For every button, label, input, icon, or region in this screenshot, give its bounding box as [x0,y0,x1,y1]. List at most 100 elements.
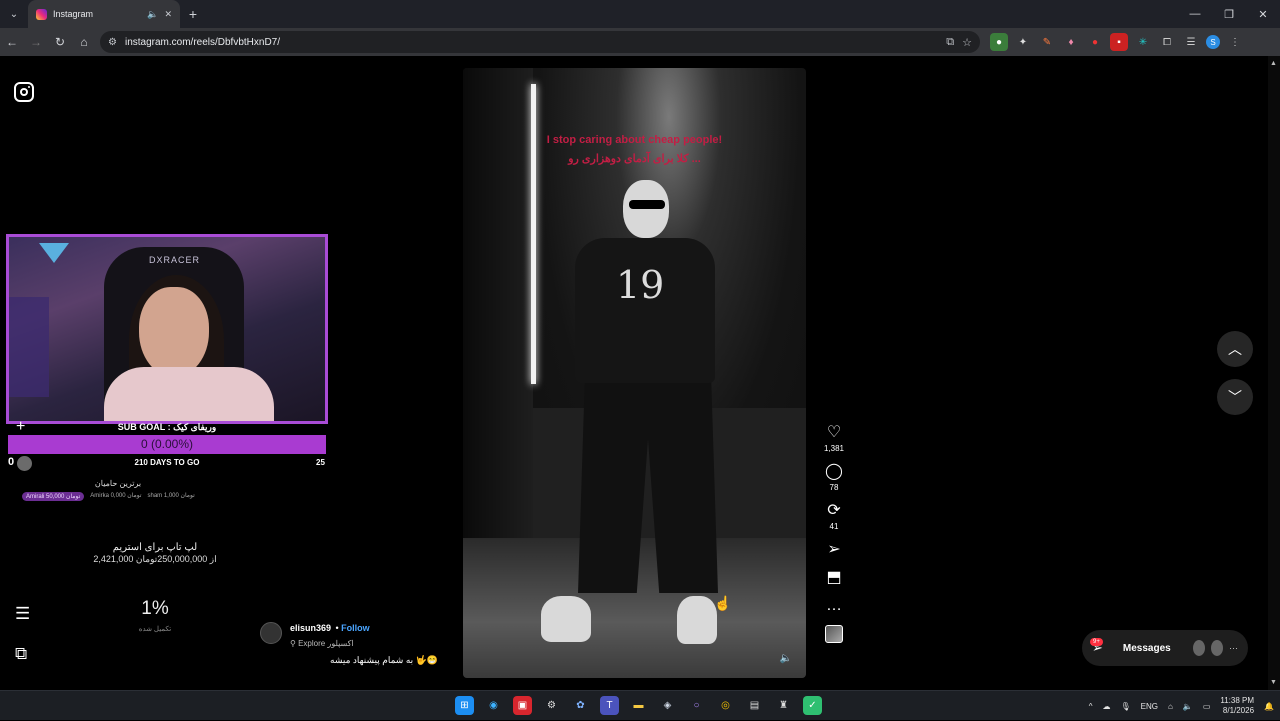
teams-icon[interactable]: T [600,696,619,715]
location-pin-icon: ⚲ [290,639,299,648]
site-info-icon[interactable]: ⚙ [108,37,117,48]
edge-icon[interactable]: ◉ [484,696,503,715]
address-bar[interactable]: ⚙ instagram.com/reels/DbfvbtHxnD7/ ⧉ ☆ [100,31,980,53]
sub-goal-progress: 0 (0.00%) [8,435,326,454]
like-button[interactable]: ♡ 1,381 [818,424,850,453]
menu-kebab-icon[interactable]: ⋮ [1226,33,1244,51]
app-settings-icon[interactable]: ⚙ [542,696,561,715]
audio-thumbnail[interactable] [825,625,843,643]
system-tray: ^ ☁ 🎙 ENG ⌂ 🔈 ▭ 11:38 PM 8/1/2026 🔔 [1089,691,1274,721]
save-button[interactable]: ⬒ [818,569,850,587]
network-icon[interactable]: ⌂ [1168,702,1173,711]
tab-audio-icon[interactable]: 🔈 [147,9,158,20]
reel-video[interactable]: 19 I stop caring about cheap people! کلا… [463,68,806,678]
webcam-overlay: DXRACER [6,234,328,424]
donor-item: sham 1,000 تومان [147,493,195,499]
sub-goal-target: 25 [316,458,325,467]
extension-5-icon[interactable]: ● [1086,33,1104,51]
start-button-icon[interactable]: ⊞ [455,696,474,715]
video-caption-english: I stop caring about cheap people! [546,134,723,146]
mute-toggle-icon[interactable]: 🔈 [780,653,792,664]
scroll-up-icon[interactable]: ▲ [1270,60,1277,67]
notifications-icon[interactable]: 🔔 [1264,702,1274,711]
instagram-favicon-icon [36,8,47,20]
bookmark-icon: ⬒ [826,569,842,586]
app-bag-icon[interactable]: ♜ [774,696,793,715]
mic-icon[interactable]: 🎙 [1121,702,1131,711]
tab-instagram[interactable]: Instagram 🔈 ✕ [28,0,180,28]
tab-close-icon[interactable]: ✕ [164,9,172,20]
messages-button[interactable]: ➢ 9+ Messages ··· [1082,630,1248,666]
tray-chevron-icon[interactable]: ^ [1089,702,1093,711]
author-avatar[interactable] [260,622,282,644]
app-circle-icon[interactable]: ○ [687,696,706,715]
onedrive-icon[interactable]: ☁ [1103,702,1111,711]
home-button[interactable]: ⌂ [72,28,96,56]
battery-icon[interactable]: ▭ [1203,702,1211,711]
share-button[interactable]: ➢ [818,541,850,559]
lamp-shape [39,243,69,263]
page-scrollbar[interactable]: ▲ ▼ [1268,56,1280,690]
extensions-puzzle-icon[interactable]: ⧠ [1158,33,1176,51]
scroll-down-icon[interactable]: ▼ [1270,679,1277,686]
close-window-button[interactable]: ✕ [1246,0,1280,28]
also-from-meta-icon[interactable]: ⧉ [15,644,27,664]
reel-author: elisun369 • Follow ⚲ Explore اکسپلور [260,618,370,648]
minimize-button[interactable]: — [1178,0,1212,28]
author-location[interactable]: Explore اکسپلور [298,639,354,648]
clock-date: 8/1/2026 [1222,706,1255,715]
previous-reel-button[interactable]: ︿ [1217,331,1253,367]
extension-4-icon[interactable]: ♦ [1062,33,1080,51]
comment-button[interactable]: ◯ 78 [818,463,850,492]
forward-button[interactable]: → [24,28,48,56]
message-avatar [1192,640,1205,656]
send-icon: ➢ [827,541,841,558]
donate-percent: 1% [141,598,169,619]
top-donors-title: برترین حامیان [94,479,142,488]
back-button[interactable]: ← [0,28,24,56]
install-app-icon[interactable]: ⧉ [946,36,954,49]
clock[interactable]: 11:38 PM 8/1/2026 [1220,696,1254,716]
app-green-icon[interactable]: ✓ [803,696,822,715]
bookmark-star-icon[interactable]: ☆ [962,36,972,49]
profile-avatar[interactable]: S [1206,35,1220,49]
messages-badge: 9+ [1090,638,1103,646]
url-text[interactable]: instagram.com/reels/DbfvbtHxnD7/ [125,37,938,48]
file-explorer-icon[interactable]: ▬ [629,696,648,715]
clock-time: 11:38 PM [1220,696,1255,705]
restore-button[interactable]: ❐ [1212,0,1246,28]
app-window-icon[interactable]: ▤ [745,696,764,715]
instagram-logo-icon[interactable] [14,82,34,102]
more-options-button[interactable]: … [818,597,850,615]
reel-caption: به شمام پیشنهاد میشه 🤟😁 [330,655,439,665]
chair-brand: DXRACER [149,255,201,265]
shirt-print: 19 [616,263,665,307]
more-dots-icon: ··· [1229,643,1238,653]
next-reel-button[interactable]: ﹀ [1217,379,1253,415]
copilot-icon[interactable]: ✿ [571,696,590,715]
extension-6-icon[interactable]: ▪ [1110,33,1128,51]
extension-1-icon[interactable]: ● [990,33,1008,51]
donor-item: Amirali 50,000 تومان [22,492,85,501]
browser-tabbar: ⌄ Instagram 🔈 ✕ + — ❐ ✕ [0,0,1280,28]
reload-button[interactable]: ↻ [48,28,72,56]
extension-2-icon[interactable]: ✦ [1014,33,1032,51]
language-indicator[interactable]: ENG [1141,702,1158,711]
repost-button[interactable]: ⟳ 41 [818,502,850,531]
left-shoe [541,596,591,642]
steam-icon[interactable]: ◈ [658,696,677,715]
app-red-icon[interactable]: ▣ [513,696,532,715]
donate-goal-title: لپ تاپ برای استریم [112,542,198,553]
new-tab-button[interactable]: + [180,6,206,22]
extension-7-icon[interactable]: ✳ [1134,33,1152,51]
follow-button[interactable]: Follow [341,623,370,633]
author-username[interactable]: elisun369 [290,623,331,633]
extension-3-icon[interactable]: ✎ [1038,33,1056,51]
reading-list-icon[interactable]: ☰ [1182,33,1200,51]
messages-label: Messages [1122,642,1171,654]
tab-search-button[interactable]: ⌄ [0,0,28,28]
volume-icon[interactable]: 🔈 [1183,702,1193,711]
sub-goal-days: 210 DAYS TO GO [134,458,200,467]
donate-goal-amount: 2,421,000 از 250,000,000تومان [93,554,217,564]
chrome-icon[interactable]: ◎ [716,696,735,715]
